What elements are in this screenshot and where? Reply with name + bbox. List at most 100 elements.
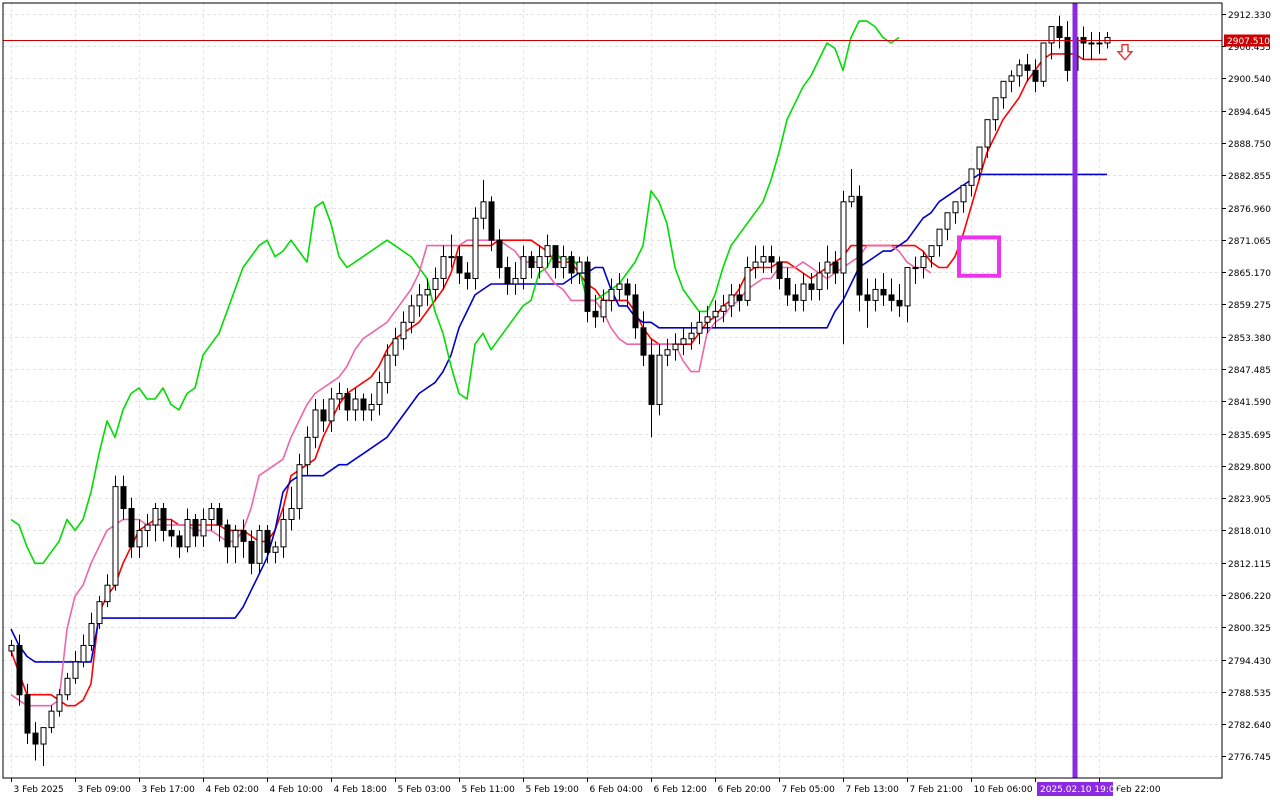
candle-body — [896, 299, 903, 307]
candle-body — [120, 486, 127, 510]
candle-body — [696, 321, 703, 334]
x-tick-label: 5 Feb 11:00 — [462, 785, 516, 795]
candle-body — [312, 409, 319, 438]
candle-body — [536, 256, 543, 269]
y-tick-label: 2823.905 — [1228, 495, 1271, 505]
candle-body — [376, 382, 383, 405]
candle-body — [568, 256, 575, 274]
candle-body — [136, 529, 143, 548]
candle-body — [48, 710, 55, 729]
y-tick-label: 2876.960 — [1228, 205, 1271, 215]
y-tick-label: 2782.640 — [1228, 721, 1271, 731]
candle-body — [208, 508, 215, 520]
candle-body — [632, 294, 639, 329]
candle-body — [448, 256, 455, 259]
candle-body — [360, 398, 367, 411]
candle-body — [728, 294, 735, 307]
candle-body — [112, 486, 119, 586]
candle-body — [944, 212, 951, 230]
candle-body — [1096, 42, 1103, 45]
candle-body — [432, 277, 439, 290]
y-tick-label: 2859.275 — [1228, 301, 1271, 311]
candle-body — [1064, 37, 1071, 71]
candle-body — [192, 518, 199, 537]
x-tick-label: 3 Feb 09:00 — [78, 785, 132, 795]
candle-body — [744, 267, 751, 301]
price-chart[interactable]: 2912.3302906.4352900.5402894.6452888.750… — [0, 0, 1280, 800]
candle-body — [408, 305, 415, 323]
candle-body — [824, 261, 831, 274]
candle-body — [168, 529, 175, 537]
candle-body — [88, 623, 95, 646]
y-tick-label: 2829.800 — [1228, 463, 1271, 473]
candle-body — [152, 508, 159, 526]
candle-body — [920, 256, 927, 269]
candle-body — [552, 245, 559, 269]
candle-body — [1088, 42, 1095, 45]
candle-body — [680, 338, 687, 345]
candle-body — [176, 535, 183, 548]
x-tick-label: 7 Feb 05:00 — [782, 785, 836, 795]
candle-body — [832, 261, 839, 274]
candle-body — [16, 644, 23, 696]
x-tick-label: 3 Feb 17:00 — [142, 785, 196, 795]
candle-body — [760, 256, 767, 263]
candle-body — [224, 524, 231, 548]
candle-body — [736, 294, 743, 301]
candle-body — [296, 464, 303, 510]
candle-body — [912, 267, 919, 270]
candle-body — [1032, 69, 1039, 82]
candle-body — [624, 283, 631, 296]
candle-body — [512, 277, 519, 285]
candle-body — [776, 261, 783, 279]
candle-body — [952, 201, 959, 214]
candle-body — [384, 354, 391, 384]
candle-body — [392, 338, 399, 356]
candle-body — [352, 398, 359, 411]
x-tick-label: 3 Feb 2025 — [14, 785, 64, 795]
candle-body — [648, 354, 655, 405]
candle-body — [600, 299, 607, 318]
candle-body — [256, 529, 263, 564]
candle-body — [864, 294, 871, 301]
candle-body — [968, 168, 975, 186]
x-tick-label: 5 Feb 19:00 — [526, 785, 580, 795]
candle-body — [576, 261, 583, 274]
candle-body — [184, 518, 191, 548]
y-tick-label: 2788.535 — [1228, 689, 1271, 699]
candle-body — [24, 694, 31, 734]
candle-body — [288, 508, 295, 520]
candle-body — [232, 529, 239, 548]
candle-body — [704, 316, 711, 323]
candle-body — [472, 217, 479, 279]
y-tick-label: 2912.330 — [1228, 11, 1271, 21]
candle-body — [608, 288, 615, 301]
candle-body — [784, 277, 791, 296]
candle-body — [672, 343, 679, 351]
candle-body — [768, 256, 775, 263]
candle-body — [64, 677, 71, 696]
x-tick-label: 6 Feb 12:00 — [654, 785, 708, 795]
candle-body — [440, 256, 447, 279]
candle-body — [856, 195, 863, 296]
candle-body — [520, 256, 527, 279]
x-tick-label: 4 Feb 10:00 — [270, 785, 324, 795]
x-tick-label: 6 Feb 20:00 — [718, 785, 772, 795]
candle-body — [1008, 75, 1015, 82]
candle-body — [416, 294, 423, 307]
candle-body — [264, 529, 271, 553]
y-tick-label: 2794.430 — [1228, 657, 1271, 667]
candle-body — [456, 256, 463, 274]
y-tick-label: 2818.010 — [1228, 527, 1271, 537]
y-tick-label: 2841.590 — [1228, 398, 1271, 408]
y-tick-label: 2806.220 — [1228, 592, 1271, 602]
candle-body — [368, 403, 375, 411]
candle-body — [504, 267, 511, 285]
candle-body — [32, 732, 39, 745]
candle-body — [160, 508, 167, 531]
candle-body — [872, 288, 879, 301]
y-tick-label: 2894.645 — [1228, 108, 1271, 118]
candle-body — [488, 201, 495, 241]
y-tick-label: 2865.170 — [1228, 269, 1271, 279]
candle-body — [1040, 42, 1047, 82]
